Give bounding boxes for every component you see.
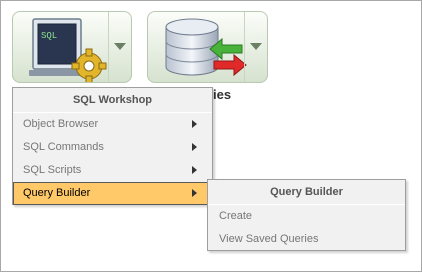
menu-item-label: Object Browser <box>23 118 99 130</box>
submenu-arrow-icon <box>192 120 197 128</box>
menu-item-sql-scripts[interactable]: SQL Scripts <box>13 159 212 182</box>
query-builder-tile[interactable] <box>147 11 268 83</box>
menu-title: SQL Workshop <box>13 88 212 113</box>
dropdown-arrow-icon[interactable] <box>108 12 131 82</box>
menu-item-label: Query Builder <box>23 187 91 199</box>
submenu-item-label: View Saved Queries <box>219 233 319 245</box>
sql-workshop-menu: SQL Workshop Object Browser SQL Commands… <box>12 87 213 205</box>
submenu-item-view-saved-queries[interactable]: View Saved Queries <box>208 228 405 251</box>
sql-monitor-icon: SQL <box>29 18 107 82</box>
menu-item-object-browser[interactable]: Object Browser <box>13 113 212 136</box>
submenu-item-label: Create <box>219 210 253 222</box>
dropdown-arrow-icon[interactable] <box>244 12 267 82</box>
database-icon <box>165 18 247 77</box>
svg-text:SQL: SQL <box>41 31 57 41</box>
submenu-item-create[interactable]: Create <box>208 205 405 228</box>
sql-workshop-tile[interactable]: SQL <box>12 11 132 83</box>
query-builder-tile-label: ies <box>213 87 232 102</box>
window-frame: SQL ies SQL Workshop Object Browser SQL … <box>0 0 422 272</box>
submenu-arrow-icon <box>192 166 197 174</box>
query-builder-submenu: Query Builder Create View Saved Queries <box>207 179 406 251</box>
submenu-arrow-icon <box>192 143 197 151</box>
submenu-arrow-icon <box>192 189 197 197</box>
menu-item-sql-commands[interactable]: SQL Commands <box>13 136 212 159</box>
submenu-title: Query Builder <box>208 180 405 205</box>
menu-item-label: SQL Commands <box>23 141 104 153</box>
menu-item-label: SQL Scripts <box>23 164 82 176</box>
menu-item-query-builder[interactable]: Query Builder <box>13 182 212 205</box>
